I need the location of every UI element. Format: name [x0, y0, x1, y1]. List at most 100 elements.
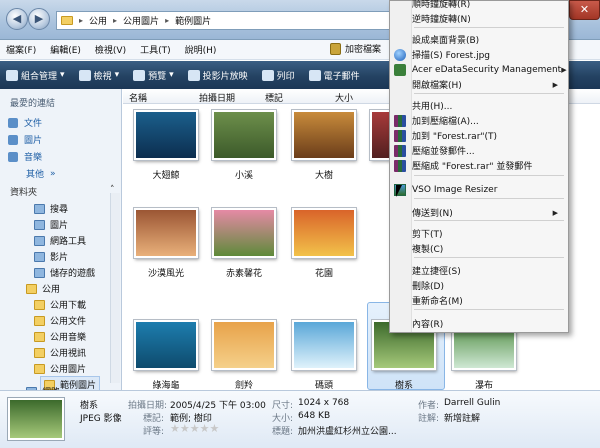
- context-menu-item[interactable]: 逆時鐘旋轉(N): [394, 11, 564, 26]
- preview-button[interactable]: 預覽 ▾: [133, 69, 174, 82]
- context-menu-item[interactable]: 設成桌面背景(B): [394, 32, 564, 47]
- tree-item-public-pictures[interactable]: 公用圖片: [34, 362, 86, 375]
- column-name[interactable]: 名稱: [129, 91, 147, 104]
- breadcrumb-item-public-pictures[interactable]: 公用圖片: [123, 14, 159, 27]
- thumbnail-image[interactable]: [292, 208, 356, 258]
- context-menu-item[interactable]: 壓縮並發郵件...: [394, 143, 564, 158]
- tree-item-public-videos[interactable]: 公用視訊: [34, 346, 86, 359]
- favorite-link-pictures[interactable]: 圖片: [8, 133, 42, 146]
- thumbnail-caption[interactable]: 花園: [284, 266, 364, 279]
- views-icon: [78, 69, 91, 81]
- tree-item-saved-games[interactable]: 儲存的遊戲: [34, 266, 95, 279]
- rating-stars[interactable]: ★★★★★: [170, 422, 219, 435]
- chevron-right-icon: ▸: [113, 16, 118, 25]
- title-value[interactable]: 加州洪盧紅杉州立公園...: [298, 424, 397, 437]
- rating-label: 評等:: [143, 427, 165, 437]
- thumbnail-image[interactable]: [212, 110, 276, 160]
- context-menu-item[interactable]: 壓縮成 "Forest.rar" 並發郵件: [394, 158, 564, 173]
- menu-separator: [414, 257, 564, 258]
- thumbnail-image[interactable]: [134, 208, 198, 258]
- context-menu-item[interactable]: 內容(R): [394, 316, 564, 331]
- star-icon[interactable]: ★: [200, 422, 210, 435]
- star-icon[interactable]: ★: [170, 422, 180, 435]
- star-icon[interactable]: ★: [180, 422, 190, 435]
- context-menu-item-label: 共用(H)...: [412, 102, 453, 112]
- thumbnail-image[interactable]: [134, 320, 198, 370]
- menu-file[interactable]: 檔案(F): [6, 43, 36, 56]
- context-menu-item[interactable]: 建立捷徑(S): [394, 263, 564, 278]
- star-icon[interactable]: ★: [190, 422, 200, 435]
- context-menu-item-label: VSO Image Resizer: [412, 184, 498, 195]
- print-button[interactable]: 列印: [261, 69, 295, 82]
- view-button[interactable]: 檢視 ▾: [78, 69, 119, 82]
- author-value[interactable]: Darrell Gulin: [444, 398, 500, 408]
- email-button[interactable]: 電子郵件: [308, 69, 360, 82]
- thumbnail-image[interactable]: [134, 110, 198, 160]
- tree-item-label: 搜尋: [50, 205, 69, 215]
- thumbnail-caption[interactable]: 赤素馨花: [204, 266, 284, 279]
- folders-header[interactable]: 資料夾 ˄: [10, 185, 115, 198]
- context-menu-item[interactable]: VSO Image Resizer: [394, 182, 564, 197]
- thumbnail-caption[interactable]: 大翅鯨: [126, 168, 206, 181]
- thumbnail-image[interactable]: [212, 208, 276, 258]
- tree-item-videos[interactable]: 影片: [34, 250, 68, 263]
- tree-item-network-tools[interactable]: 網路工具: [34, 234, 86, 247]
- thumbnail-image[interactable]: [212, 320, 276, 370]
- context-menu-item[interactable]: 開啟檔案(H) ▶: [394, 77, 564, 92]
- star-icon[interactable]: ★: [210, 422, 220, 435]
- column-size[interactable]: 大小: [335, 91, 353, 104]
- thumbnail-caption[interactable]: 小溪: [204, 168, 284, 181]
- more-links[interactable]: 其他 »: [26, 167, 56, 181]
- date-taken-value[interactable]: 2005/4/25 下午 03:00: [170, 398, 266, 411]
- pictures-icon: [8, 134, 18, 145]
- context-menu-item[interactable]: 加到壓縮檔(A)...: [394, 113, 564, 128]
- thumbnail-caption[interactable]: 沙漠風光: [126, 266, 206, 279]
- blank-icon: [394, 79, 406, 91]
- context-menu-item[interactable]: 掃描(S) Forest.jpg: [394, 47, 564, 62]
- tree-item-public[interactable]: 公用: [26, 282, 60, 295]
- column-date-taken[interactable]: 拍攝日期: [199, 91, 235, 104]
- slideshow-button[interactable]: 投影片放映: [187, 69, 248, 82]
- breadcrumb-item-sample-pictures[interactable]: 範例圖片: [175, 14, 211, 27]
- folder-icon: [34, 315, 45, 326]
- comments-value[interactable]: 新增註解: [444, 411, 480, 424]
- thumbnail-caption[interactable]: 大樹: [284, 168, 364, 181]
- tree-item-public-downloads[interactable]: 公用下載: [34, 298, 86, 311]
- tree-item-public-music[interactable]: 公用音樂: [34, 330, 86, 343]
- breadcrumb[interactable]: ▸ 公用 ▸ 公用圖片 ▸ 範例圖片: [56, 11, 396, 30]
- forward-button[interactable]: ▶: [28, 8, 50, 30]
- tree-item-public-documents[interactable]: 公用文件: [34, 314, 86, 327]
- folder-icon: [34, 331, 45, 342]
- tree-item-search[interactable]: 搜尋: [34, 202, 68, 215]
- back-button[interactable]: ◀: [6, 8, 28, 30]
- context-menu-item[interactable]: 加到 "Forest.rar"(T): [394, 128, 564, 143]
- menu-edit[interactable]: 編輯(E): [50, 43, 81, 56]
- comments-label: 註解:: [418, 414, 440, 424]
- nav-scrollbar[interactable]: [110, 193, 120, 383]
- context-menu-item[interactable]: 傳送到(N) ▶: [394, 205, 564, 220]
- printer-icon: [261, 69, 274, 81]
- encrypt-file-button[interactable]: 加密檔案: [330, 42, 381, 55]
- context-menu-item[interactable]: 複製(C): [394, 241, 564, 256]
- context-menu-item[interactable]: 順時鐘旋轉(R): [394, 0, 564, 11]
- favorite-link-documents[interactable]: 文件: [8, 116, 42, 129]
- context-menu-item[interactable]: 剪下(T): [394, 226, 564, 241]
- encrypt-file-label: 加密檔案: [345, 45, 382, 55]
- thumbnail-image[interactable]: [292, 110, 356, 160]
- tree-item-pictures[interactable]: 圖片: [34, 218, 68, 231]
- context-menu-item[interactable]: 共用(H)...: [394, 98, 564, 113]
- context-menu-item[interactable]: 刪除(D): [394, 278, 564, 293]
- blank-icon: [394, 34, 406, 46]
- context-menu-item[interactable]: 重新命名(M): [394, 293, 564, 308]
- favorite-link-music[interactable]: 音樂: [8, 150, 42, 163]
- menu-help[interactable]: 說明(H): [185, 43, 217, 56]
- column-tags[interactable]: 標記: [265, 91, 283, 104]
- breadcrumb-item-public[interactable]: 公用: [89, 14, 107, 27]
- close-window-button[interactable]: ✕: [569, 0, 600, 20]
- organize-button[interactable]: 組合管理 ▾: [6, 69, 65, 82]
- menu-view[interactable]: 檢視(V): [95, 43, 126, 56]
- thumbnail-image[interactable]: [292, 320, 356, 370]
- menu-tools[interactable]: 工具(T): [140, 43, 171, 56]
- context-menu-item-label: 建立捷徑(S): [412, 267, 461, 277]
- context-menu-item[interactable]: Acer eDataSecurity Management ▶: [394, 62, 567, 77]
